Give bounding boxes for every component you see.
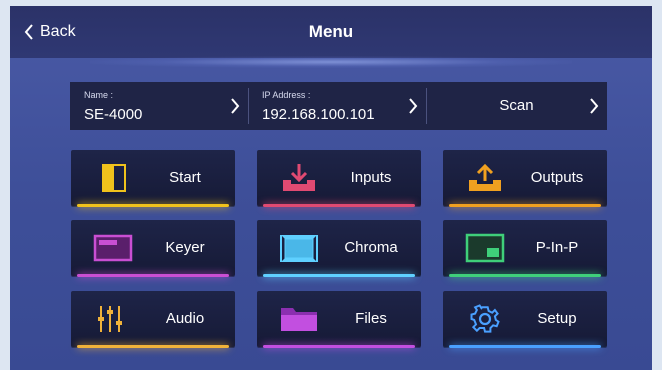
button-glow [77, 274, 229, 277]
button-glow [77, 204, 229, 207]
upload-tray-icon [469, 163, 501, 191]
button-glow [263, 274, 415, 277]
scan-button[interactable]: Scan [426, 82, 607, 130]
header-glow [90, 56, 572, 68]
chevron-right-icon [231, 98, 240, 114]
start-icon [102, 164, 126, 192]
page-title: Menu [308, 22, 354, 41]
device-name-label: Name : [84, 90, 114, 100]
folder-icon [281, 308, 317, 331]
audio-label: Audio [165, 310, 205, 327]
device-name-value: SE-4000 [84, 106, 143, 123]
setup-button[interactable]: Setup [443, 291, 607, 348]
ip-address-value: 192.168.100.101 [262, 106, 375, 123]
audio-button[interactable]: Audio [71, 291, 235, 348]
inputs-button[interactable]: Inputs [257, 150, 421, 207]
keyer-button[interactable]: Keyer [71, 220, 235, 277]
gear-icon [470, 304, 500, 333]
app-window: Back Menu Name : SE-4000 IP Address : 19… [10, 6, 652, 370]
chevron-right-icon [409, 98, 418, 114]
chroma-button[interactable]: Chroma [257, 220, 421, 277]
outputs-label: Outputs [530, 169, 584, 186]
chroma-icon [280, 235, 318, 262]
scan-label: Scan [499, 97, 534, 114]
device-name-field[interactable]: Name : SE-4000 [70, 82, 248, 130]
ip-address-label: IP Address : [262, 90, 311, 100]
picture-in-picture-icon [465, 233, 505, 263]
start-button[interactable]: Start [71, 150, 235, 207]
chevron-right-icon [590, 98, 599, 114]
button-glow [263, 204, 415, 207]
ip-address-field[interactable]: IP Address : 192.168.100.101 [248, 82, 426, 130]
top-bar: Back Menu [10, 6, 652, 58]
start-label: Start [169, 169, 201, 186]
button-glow [263, 345, 415, 348]
button-glow [77, 345, 229, 348]
button-glow [449, 204, 601, 207]
keyer-label: Keyer [165, 239, 205, 256]
audio-mixer-icon [98, 306, 122, 332]
button-glow [449, 274, 601, 277]
picture-in-picture-label: P-In-P [535, 239, 579, 256]
device-info-bar: Name : SE-4000 IP Address : 192.168.100.… [70, 82, 607, 130]
download-tray-icon [283, 164, 315, 191]
inputs-label: Inputs [350, 169, 392, 186]
files-button[interactable]: Files [257, 291, 421, 348]
chroma-label: Chroma [344, 239, 398, 256]
button-glow [449, 345, 601, 348]
files-label: Files [355, 310, 387, 327]
outputs-button[interactable]: Outputs [443, 150, 607, 207]
setup-label: Setup [537, 310, 577, 327]
picture-in-picture-button[interactable]: P-In-P [443, 220, 607, 277]
keyer-icon [93, 234, 133, 262]
